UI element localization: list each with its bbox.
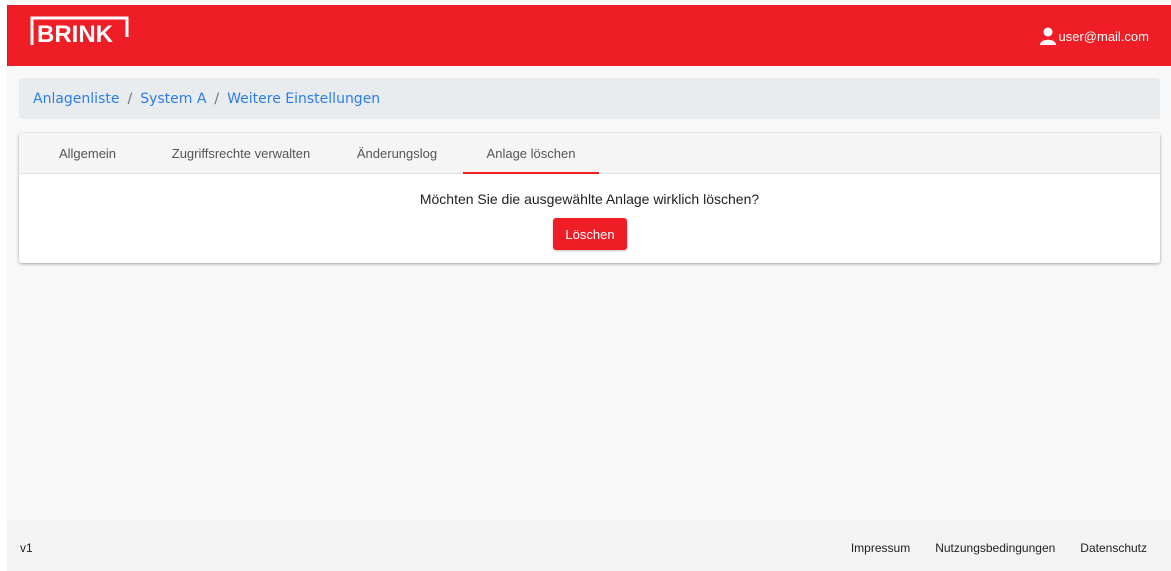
breadcrumb-separator: / (214, 90, 220, 107)
delete-button[interactable]: Löschen (553, 218, 627, 250)
tab-allgemein[interactable]: Allgemein (39, 133, 136, 174)
breadcrumb-item-system[interactable]: System A (140, 91, 206, 107)
settings-card: Allgemein Zugriffsrechte verwalten Änder… (19, 133, 1160, 263)
breadcrumb: Anlagenliste / System A / Weitere Einste… (19, 78, 1160, 119)
tab-zugriffsrechte[interactable]: Zugriffsrechte verwalten (161, 133, 321, 174)
delete-confirmation-text: Möchten Sie die ausgewählte Anlage wirkl… (419, 191, 760, 207)
tab-anlage-loeschen[interactable]: Anlage löschen (463, 133, 599, 174)
user-email: user@mail.com (1058, 28, 1150, 44)
breadcrumb-item-anlagenliste[interactable]: Anlagenliste (33, 91, 119, 107)
tab-bar: Allgemein Zugriffsrechte verwalten Änder… (19, 133, 1160, 174)
logo-text: BRINK (37, 21, 114, 47)
top-bar: BRINK user@mail.com (7, 5, 1171, 66)
breadcrumb-separator: / (127, 90, 133, 107)
user-menu[interactable]: user@mail.com (1039, 27, 1150, 45)
version-label: v1 (20, 541, 33, 555)
window-edge (0, 0, 7, 571)
app: BRINK user@mail.com Anlagenliste / Syste… (7, 0, 1171, 571)
footer-link-impressum[interactable]: Impressum (851, 541, 910, 555)
footer: v1 Impressum Nutzungsbedingungen Datensc… (7, 520, 1171, 571)
footer-link-nutzungsbedingungen[interactable]: Nutzungsbedingungen (935, 541, 1055, 555)
brink-logo[interactable]: BRINK (29, 15, 130, 47)
user-icon (1039, 27, 1056, 45)
footer-link-datenschutz[interactable]: Datenschutz (1080, 541, 1147, 555)
footer-links: Impressum Nutzungsbedingungen Datenschut… (826, 541, 1147, 555)
tab-aenderungslog[interactable]: Änderungslog (342, 133, 452, 174)
breadcrumb-item-weitere-einstellungen[interactable]: Weitere Einstellungen (227, 91, 380, 107)
